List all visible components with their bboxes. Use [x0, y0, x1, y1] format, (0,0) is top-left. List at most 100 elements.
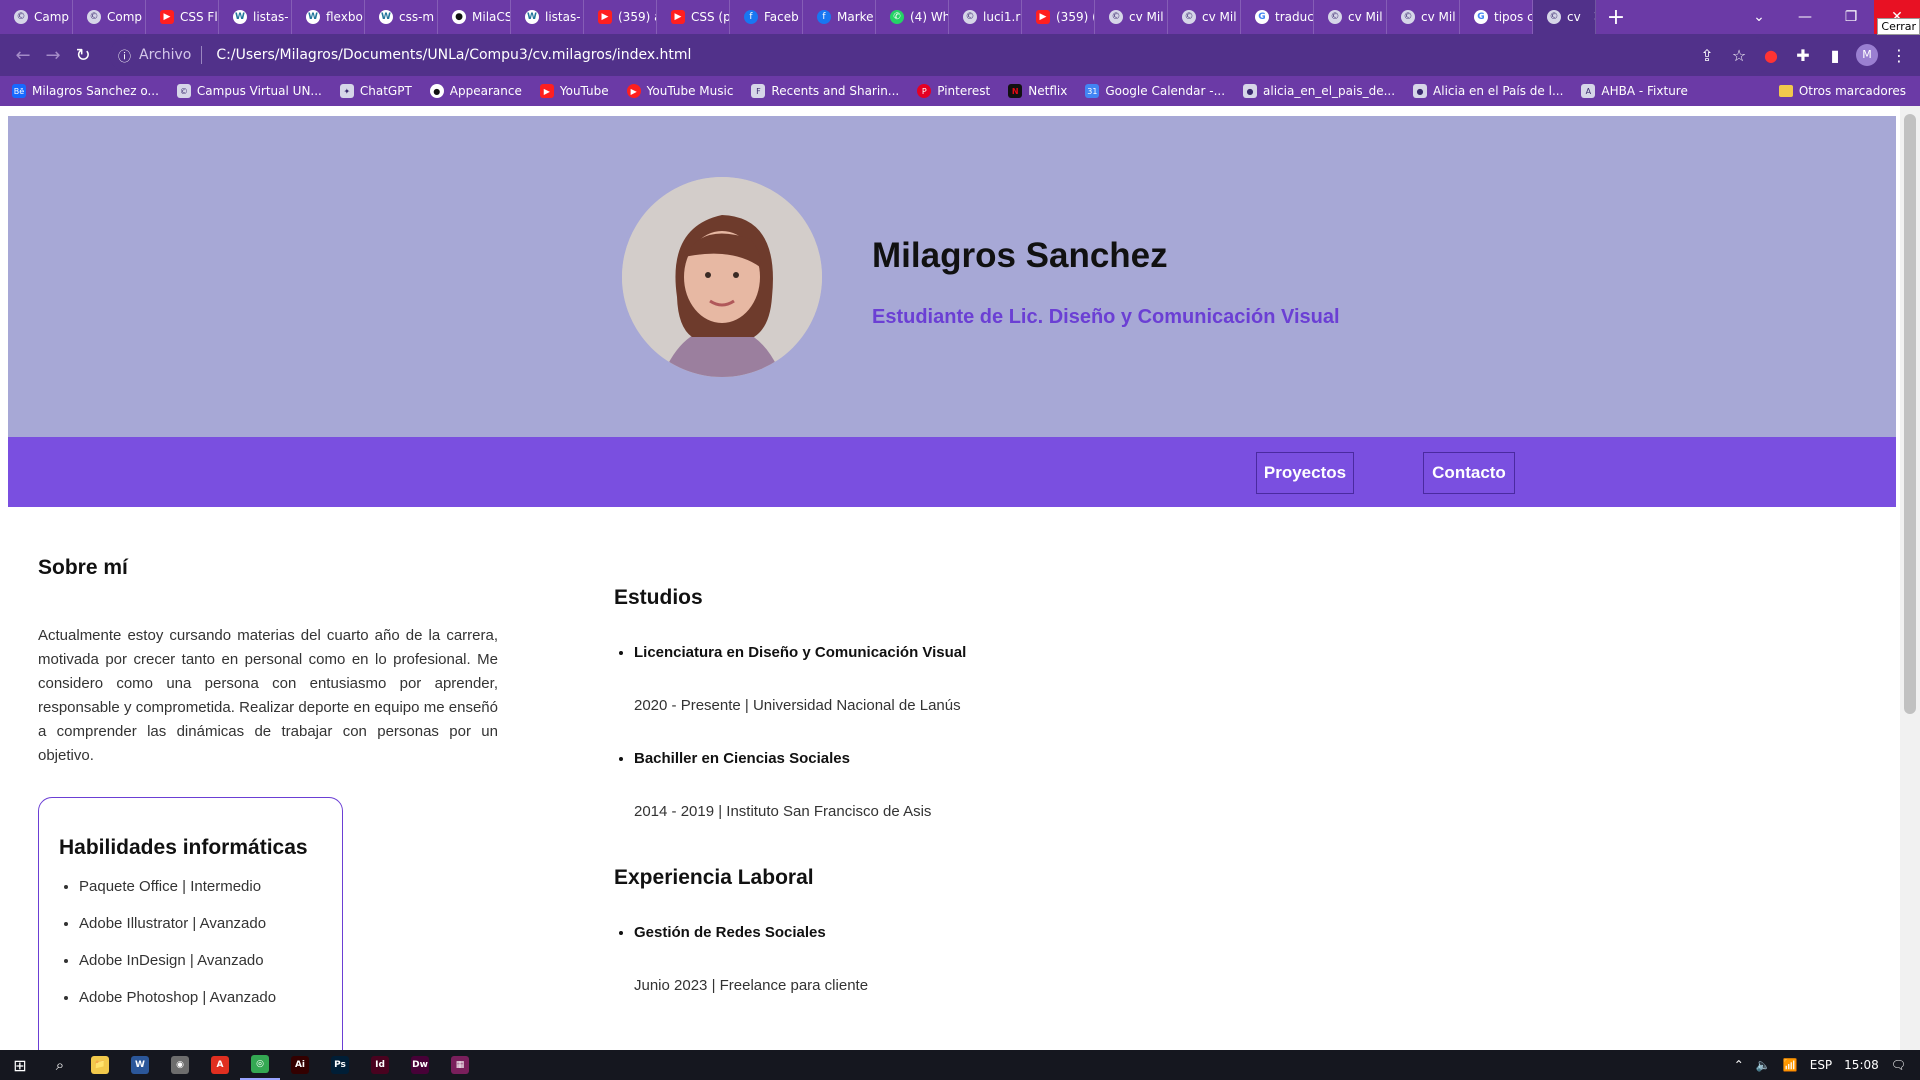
- bookmark-favicon-icon: P: [917, 84, 932, 98]
- tab-15[interactable]: © cv Mil: [1095, 0, 1168, 34]
- tab-0[interactable]: © Camp: [0, 0, 73, 34]
- bookmark-favicon-icon: ▶: [626, 84, 641, 98]
- address-url[interactable]: C:/Users/Milagros/Documents/UNLa/Compu3/…: [216, 47, 691, 63]
- bookmark-item[interactable]: ▶ YouTube Music: [626, 84, 733, 98]
- tab-10[interactable]: f Faceb: [730, 0, 803, 34]
- studies-list: Bachiller en Ciencias Sociales: [614, 750, 966, 767]
- info-icon[interactable]: ⓘ: [118, 46, 131, 65]
- chrome-icon[interactable]: ◎: [240, 1050, 280, 1080]
- photoshop-icon[interactable]: Ps: [320, 1050, 360, 1080]
- tab-11[interactable]: f Marke: [803, 0, 876, 34]
- bookmark-item[interactable]: P Pinterest: [917, 84, 990, 98]
- bookmark-item[interactable]: 31 Google Calendar -...: [1085, 84, 1225, 98]
- tab-favicon-icon: ●: [452, 10, 466, 24]
- work-list: Gestión de Redes Sociales: [614, 924, 966, 941]
- indesign-icon[interactable]: Id: [360, 1050, 400, 1080]
- tab-label: Marke: [837, 10, 874, 24]
- address-bar[interactable]: ⓘ Archivo C:/Users/Milagros/Documents/UN…: [110, 37, 1773, 73]
- chevron-up-icon[interactable]: ⌃: [1734, 1058, 1744, 1072]
- language-indicator[interactable]: ESP: [1810, 1058, 1832, 1072]
- search-icon[interactable]: ⌕: [40, 1050, 80, 1080]
- bookmark-item[interactable]: © Campus Virtual UN...: [176, 84, 322, 98]
- tab-13[interactable]: © luci1.r: [949, 0, 1022, 34]
- menu-dots-icon[interactable]: ⋮: [1888, 46, 1910, 65]
- word-icon[interactable]: W: [120, 1050, 160, 1080]
- tab-7[interactable]: Wlistas-: [511, 0, 584, 34]
- illustrator-icon[interactable]: Ai: [280, 1050, 320, 1080]
- bookmark-item[interactable]: Bē Milagros Sanchez o...: [12, 84, 159, 98]
- bookmark-item[interactable]: ● Alicia en el País de l...: [1413, 84, 1563, 98]
- clock[interactable]: 15:08: [1844, 1058, 1879, 1072]
- other-bookmarks[interactable]: Otros marcadores: [1778, 76, 1906, 106]
- chevron-down-icon[interactable]: ⌄: [1736, 0, 1782, 34]
- web-page: Milagros Sanchez Estudiante de Lic. Dise…: [8, 116, 1896, 1050]
- share-icon[interactable]: ⇪: [1696, 46, 1718, 65]
- dreamweaver-icon[interactable]: Dw: [400, 1050, 440, 1080]
- restore-button[interactable]: ❐: [1828, 0, 1874, 34]
- tab-favicon-icon: W: [525, 10, 539, 24]
- illustrator-icon-glyph: Ai: [291, 1056, 309, 1074]
- wifi-icon[interactable]: 📶: [1783, 1058, 1798, 1072]
- bookmark-star-icon[interactable]: ☆: [1728, 46, 1750, 65]
- tab-5[interactable]: Wcss-m: [365, 0, 438, 34]
- winrar-icon[interactable]: ▦: [440, 1050, 480, 1080]
- side-panel-icon[interactable]: ▮: [1824, 46, 1846, 65]
- acrobat-icon[interactable]: A: [200, 1050, 240, 1080]
- profile-avatar[interactable]: M: [1856, 44, 1878, 66]
- tab-9[interactable]: ▶ CSS (p: [657, 0, 730, 34]
- other-bookmarks-label: Otros marcadores: [1798, 84, 1906, 98]
- about-heading: Sobre mí: [38, 556, 128, 579]
- bookmark-favicon-icon: Bē: [12, 84, 26, 98]
- extension-icon[interactable]: ●: [1760, 46, 1782, 65]
- app-icon[interactable]: ◉: [160, 1050, 200, 1080]
- bookmark-item[interactable]: ▶ YouTube: [539, 84, 609, 98]
- file-explorer-icon[interactable]: 📁: [80, 1050, 120, 1080]
- extensions-puzzle-icon[interactable]: ✚: [1792, 46, 1814, 65]
- tab-2[interactable]: ▶ CSS Fl: [146, 0, 219, 34]
- tab-6[interactable]: ● MilaCS: [438, 0, 511, 34]
- tab-19[interactable]: © cv Mil: [1387, 0, 1460, 34]
- photoshop-icon-glyph: Ps: [331, 1056, 349, 1074]
- volume-icon[interactable]: 🔈: [1756, 1058, 1771, 1072]
- tab-20[interactable]: Gtipos c: [1460, 0, 1533, 34]
- tab-label: (4) Wh: [910, 10, 949, 24]
- bookmark-item[interactable]: ● Appearance: [429, 84, 522, 98]
- tab-favicon-icon: ▶: [1036, 10, 1050, 24]
- start-button[interactable]: ⊞: [0, 1050, 40, 1080]
- bookmark-favicon-icon: ©: [176, 84, 191, 98]
- tab-12[interactable]: ✆ (4) Wh: [876, 0, 949, 34]
- tab-21[interactable]: ©cv✕: [1533, 0, 1596, 34]
- tab-4[interactable]: Wflexbo: [292, 0, 365, 34]
- tab-label: Comp: [107, 10, 143, 24]
- tab-favicon-icon: ▶: [598, 10, 612, 24]
- new-tab-button[interactable]: +: [1596, 5, 1636, 30]
- tab-1[interactable]: © Comp: [73, 0, 146, 34]
- projects-button[interactable]: Proyectos: [1256, 452, 1354, 494]
- bookmark-item[interactable]: ✦ ChatGPT: [339, 84, 412, 98]
- bookmark-item[interactable]: A AHBA - Fixture: [1581, 84, 1688, 98]
- folder-icon: [1778, 85, 1793, 97]
- vertical-scrollbar[interactable]: [1900, 106, 1920, 1050]
- bookmark-favicon-icon: ✦: [339, 84, 354, 98]
- notifications-icon[interactable]: 🗨: [1891, 1058, 1906, 1072]
- tab-label: tipos c: [1494, 10, 1533, 24]
- tab-18[interactable]: © cv Mil: [1314, 0, 1387, 34]
- tab-8[interactable]: ▶ (359) a: [584, 0, 657, 34]
- bookmark-item[interactable]: F Recents and Sharin...: [751, 84, 899, 98]
- bookmark-item[interactable]: ● alicia_en_el_pais_de...: [1243, 84, 1395, 98]
- tab-3[interactable]: Wlistas-: [219, 0, 292, 34]
- bookmark-item[interactable]: N Netflix: [1008, 84, 1067, 98]
- tab-17[interactable]: Gtraduc: [1241, 0, 1314, 34]
- scrollbar-thumb[interactable]: [1904, 114, 1916, 714]
- forward-button[interactable]: →: [38, 45, 68, 66]
- page-subtitle: Estudiante de Lic. Diseño y Comunicación…: [872, 306, 1340, 328]
- tab-label: CSS Fl: [180, 10, 218, 24]
- bookmark-label: alicia_en_el_pais_de...: [1263, 84, 1396, 98]
- back-button[interactable]: ←: [8, 45, 38, 66]
- contact-button[interactable]: Contacto: [1423, 452, 1515, 494]
- minimize-button[interactable]: —: [1782, 0, 1828, 34]
- tab-16[interactable]: © cv Mil: [1168, 0, 1241, 34]
- tab-favicon-icon: ©: [963, 10, 977, 24]
- tab-14[interactable]: ▶ (359) (: [1022, 0, 1095, 34]
- reload-button[interactable]: ↻: [68, 45, 98, 66]
